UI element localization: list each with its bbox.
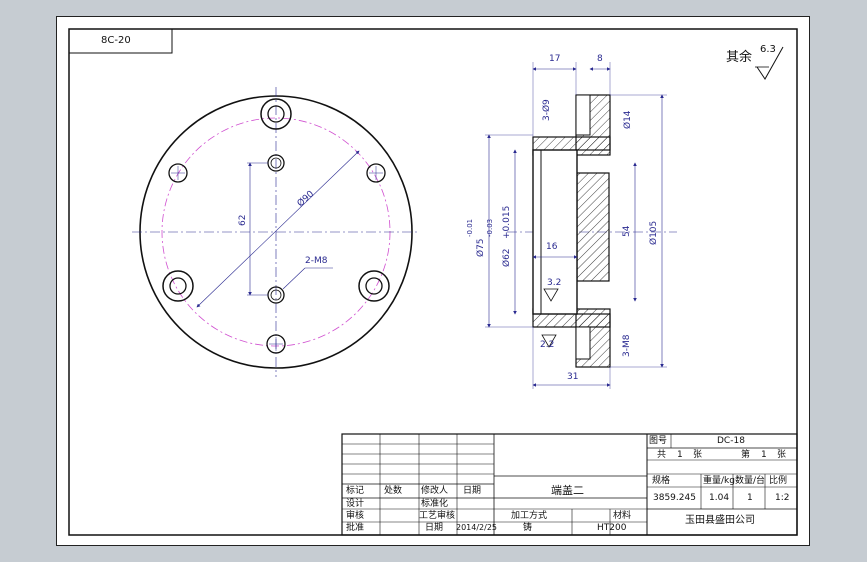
roughness-22-text: 2.2 [540,340,555,350]
tb-drawing-no-label: 图号 [649,436,668,446]
tb-scale-value: 1:2 [775,493,790,503]
inner-frame [68,28,798,536]
roughness-value: 6.3 [760,44,776,55]
dim-31-text: 31 [567,372,579,382]
tb-col-spec: 规格 [652,476,671,486]
tb-date-label: 日期 [425,523,444,533]
tb-col-scale: 比例 [769,476,788,486]
tb-spec-value: 3859.245 [653,493,696,503]
tb-rev-header-2: 修改人 [421,486,449,496]
dim-8-text: 8 [597,54,603,64]
dim-54-text: 54 [622,225,632,237]
header-code: 8C-20 [101,35,131,46]
dim-counterbore-text: 3-Ø9 [542,99,552,121]
tb-rev-header-0: 标记 [346,486,365,496]
tb-sheets-total-label: 共 [657,450,667,460]
counterbore-hole-left [162,270,194,302]
dim-diameter-line [196,150,360,308]
dim-17-text: 17 [549,54,561,64]
tb-rev-header-3: 日期 [463,486,482,496]
small-hole-left [168,163,188,183]
tb-material-value: HT200 [597,523,627,533]
tb-col-qty: 数量/台 [735,476,766,486]
roughness-32-text: 3.2 [547,278,562,288]
tb-sheets-unit: 张 [693,450,703,460]
core-block [576,172,610,282]
dim-62-sec-text: Ø62 [502,248,512,267]
dim-62-text: 62 [238,214,248,226]
dim-75-text: Ø75 [476,238,486,257]
small-hole-right [366,163,386,183]
counterbore-hole-right [358,270,390,302]
drawing-canvas [68,28,798,536]
tb-design-label: 设计 [346,499,365,509]
tb-review-value: 工艺审核 [419,511,456,521]
dim-105-text: Ø105 [649,220,659,245]
dim-thread-text: 3-M8 [622,334,632,357]
tb-sheet-no-unit: 张 [777,450,787,460]
tb-part-name: 端盖二 [551,484,584,497]
dim-14-text: Ø14 [623,110,633,129]
front-view [132,87,419,377]
tb-sheets-total: 1 [677,450,683,460]
tb-design-value: 标准化 [421,499,449,509]
dim-16-text: 16 [546,242,558,252]
roughness-symbol-text: 其余 [726,50,753,65]
tb-material-label: 材料 [613,511,632,521]
tb-sheet-no: 1 [761,450,767,460]
dim-holes-text: 2-M8 [305,256,328,266]
tb-sheet-no-label: 第 [741,450,751,460]
tb-process-label: 加工方式 [511,511,548,521]
tb-approve-label: 批准 [346,523,365,533]
tb-date-value: 2014/2/25 [456,523,498,532]
tb-qty-value: 1 [747,493,753,503]
small-hole-bottom [266,334,286,354]
tb-weight-value: 1.04 [709,493,730,503]
tb-process-value: 铸 [523,523,533,533]
drawing-sheet: 8C-20 其余 6.3 Ø90 62 2-M8 17 8 3-Ø9 Ø14 Ø… [56,16,810,546]
tb-review-label: 审核 [346,511,365,521]
tb-rev-header-1: 处数 [384,486,403,496]
dim-62-tol-text: +0.015 [502,205,512,239]
tb-col-weight: 重量/kg [703,476,735,486]
dim-75-tol-upper: -0.01 [466,218,474,237]
tb-company: 玉田县盛田公司 [685,515,755,526]
dim-75-tol-lower: -0.03 [486,218,494,237]
tb-drawing-no: DC-18 [717,436,745,446]
